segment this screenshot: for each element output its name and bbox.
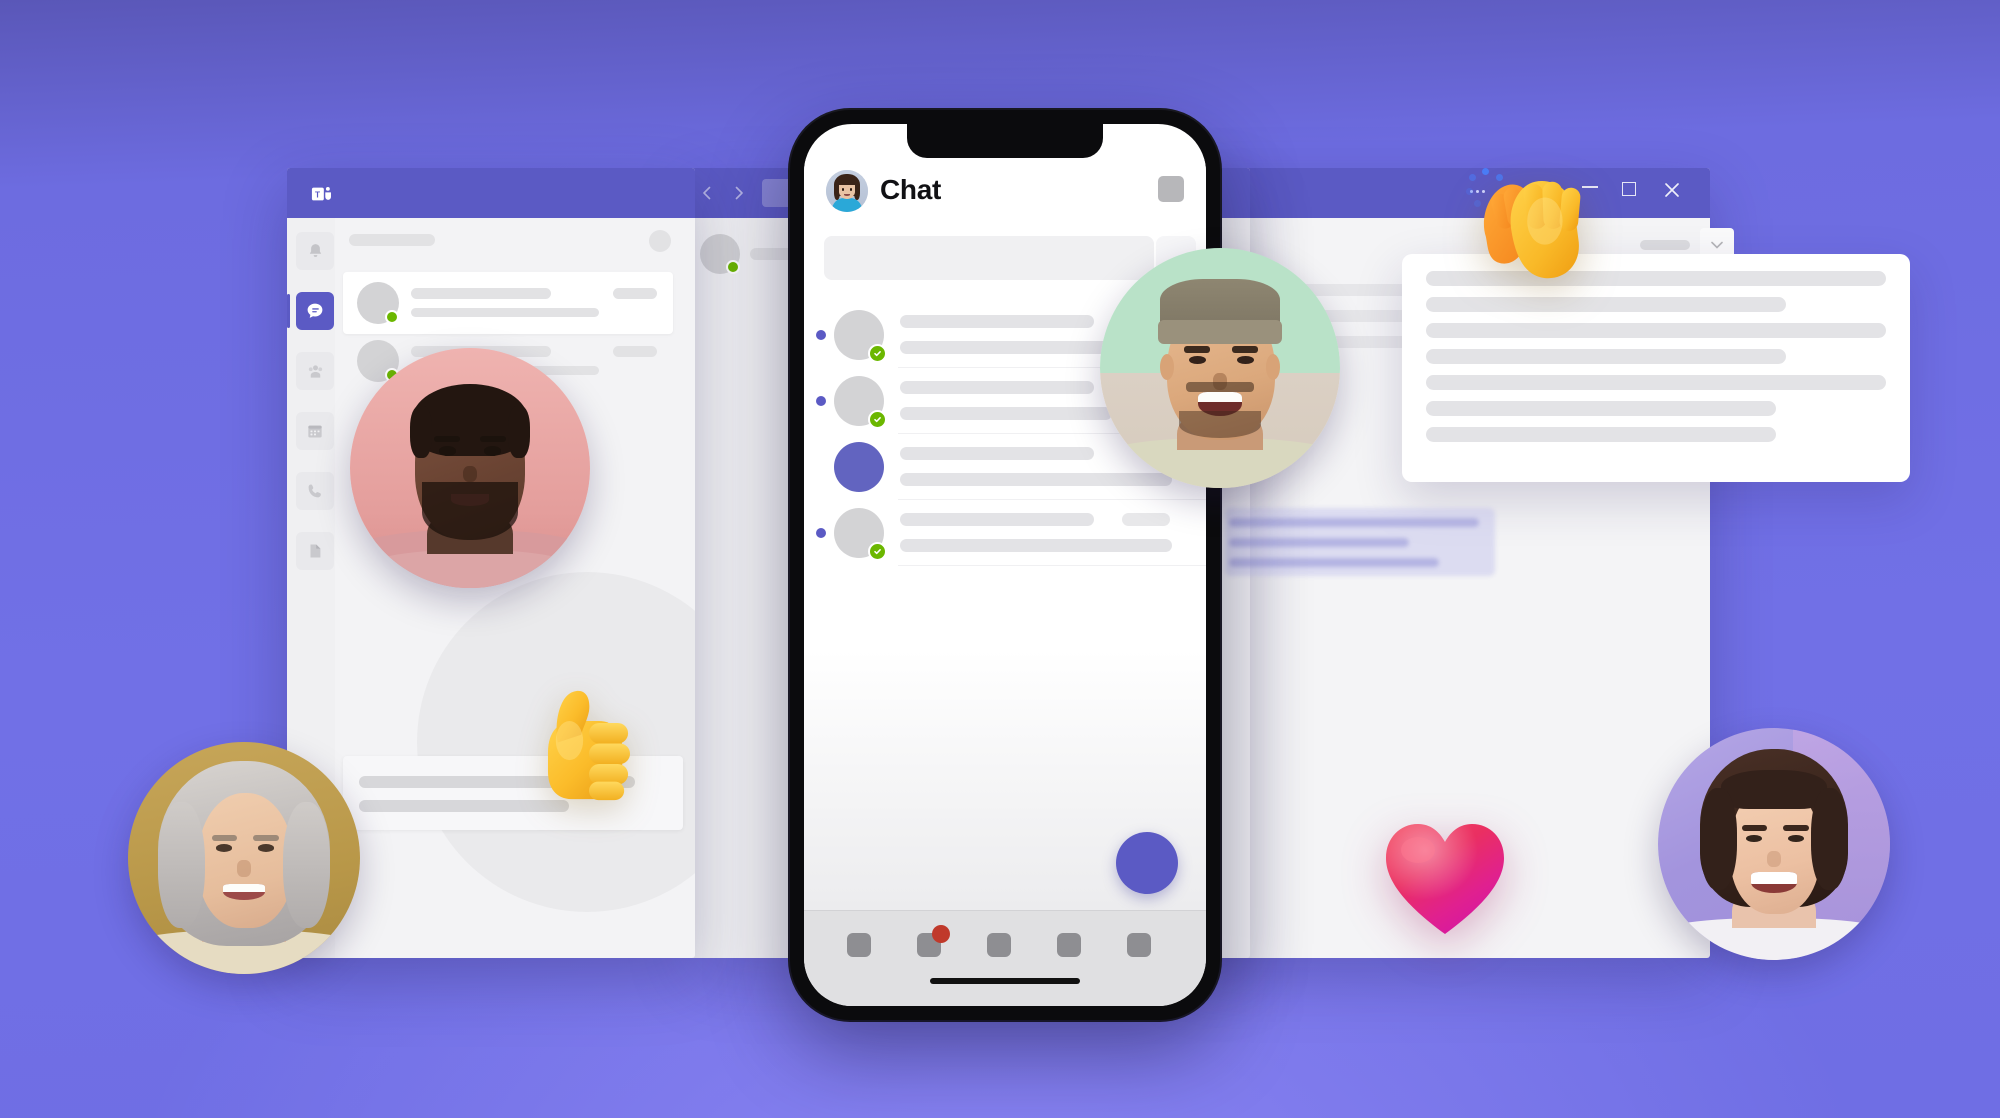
calendar-tab[interactable] xyxy=(1057,933,1081,957)
main-window-titlebar xyxy=(287,168,695,218)
presence-available-badge xyxy=(868,344,887,363)
more-tab[interactable] xyxy=(1127,933,1151,957)
calendar-icon xyxy=(308,425,322,438)
presence-available-badge xyxy=(868,410,887,429)
new-chat-fab[interactable] xyxy=(1116,832,1178,894)
unread-dot xyxy=(816,330,826,340)
list-item[interactable] xyxy=(804,500,1206,566)
new-chat-icon[interactable] xyxy=(1158,176,1184,202)
person-man-beanie-avatar xyxy=(1100,248,1340,488)
right-window-floating-card xyxy=(1402,254,1910,482)
presence-available-badge xyxy=(868,542,887,561)
people-icon xyxy=(308,364,322,378)
scene-stage: T Chat xyxy=(0,0,2000,1118)
bell-icon xyxy=(309,243,321,257)
activity-tab[interactable] xyxy=(847,933,871,957)
thumbs-up-emoji xyxy=(530,680,648,805)
phone-tabbar xyxy=(804,910,1206,1006)
chat-list-filter-button[interactable] xyxy=(649,230,671,252)
clapping-hands-emoji xyxy=(1472,166,1604,284)
unread-badge xyxy=(932,925,950,943)
forward-arrow-icon[interactable] xyxy=(730,184,748,202)
sidebar-item-calls[interactable] xyxy=(296,472,334,510)
heart-emoji xyxy=(1380,818,1510,940)
maximize-button[interactable] xyxy=(1622,182,1636,196)
chat-timestamp-placeholder xyxy=(613,346,657,357)
unread-dot xyxy=(816,396,826,406)
active-indicator-bar xyxy=(287,294,290,328)
unread-dot xyxy=(816,528,826,538)
profile-avatar[interactable] xyxy=(826,170,868,212)
phone-notch xyxy=(907,124,1103,158)
sidebar-item-activity[interactable] xyxy=(296,232,334,270)
chat-list-heading xyxy=(349,234,435,246)
microsoft-teams-logo: T xyxy=(311,186,331,201)
close-button[interactable] xyxy=(1664,182,1680,198)
sidebar-item-calendar[interactable] xyxy=(296,412,334,450)
chevron-down-icon xyxy=(1711,241,1723,249)
chat-icon xyxy=(307,303,323,318)
home-indicator xyxy=(930,978,1080,984)
mobile-phone-mockup: Chat xyxy=(790,110,1220,1020)
person-man-pink-avatar xyxy=(350,348,590,588)
chat-list-item-1[interactable] xyxy=(343,272,673,334)
phone-icon xyxy=(308,484,321,498)
avatar xyxy=(834,442,884,492)
phone-header: Chat xyxy=(804,158,1206,230)
timestamp-placeholder xyxy=(1122,513,1170,526)
person-short-hair-avatar xyxy=(1658,728,1890,960)
teams-tab[interactable] xyxy=(987,933,1011,957)
sidebar-item-chat[interactable] xyxy=(296,292,334,330)
svg-text:T: T xyxy=(315,190,320,199)
chat-name-placeholder xyxy=(411,288,551,299)
file-icon xyxy=(310,544,321,558)
presence-available-badge xyxy=(385,310,399,324)
sidebar-item-files[interactable] xyxy=(296,532,334,570)
page-title: Chat xyxy=(880,174,942,205)
incoming-message-bubble xyxy=(1225,508,1495,576)
sidebar-item-teams[interactable] xyxy=(296,352,334,390)
right-window-toolbar-label xyxy=(1640,240,1690,250)
chat-preview-placeholder xyxy=(411,308,599,317)
person-senior-woman-avatar xyxy=(128,742,360,974)
chat-timestamp-placeholder xyxy=(613,288,657,299)
presence-available-badge xyxy=(726,260,740,274)
back-arrow-icon[interactable] xyxy=(698,184,716,202)
